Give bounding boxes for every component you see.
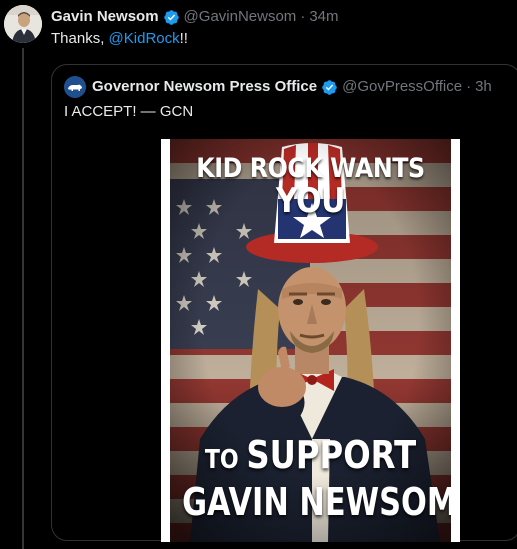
verified-badge-icon: [163, 9, 179, 25]
poster-line1-b: YOU: [275, 181, 345, 221]
tweet-timestamp[interactable]: 34m: [309, 8, 338, 26]
quote-header: Governor Newsom Press Office @GovPressOf…: [92, 78, 492, 96]
tweet-body: Thanks, @KidRock!!: [51, 30, 188, 48]
quote-author-handle[interactable]: @GovPressOffice: [342, 78, 462, 96]
quote-header-separator: ·: [466, 78, 472, 95]
bear-logo-avatar-icon: [64, 76, 86, 98]
verified-badge-icon: [322, 79, 337, 95]
poster-line2-a: TO: [204, 445, 247, 475]
poster-artwork: KID ROCK WANTS YOU TO SUPPORT GAVIN NEWS…: [170, 139, 451, 542]
tweet-text-suffix: !!: [179, 30, 188, 47]
quote-author-name[interactable]: Governor Newsom Press Office: [92, 78, 317, 96]
header-separator: ·: [300, 8, 306, 25]
tweet-text-prefix: Thanks,: [51, 30, 109, 47]
quote-body: I ACCEPT! — GCN: [64, 103, 194, 120]
poster-line1-a: KID ROCK WANTS: [196, 153, 425, 184]
poster-headline-top: KID ROCK WANTS YOU: [187, 153, 434, 220]
poster-headline-bottom: GAVIN NEWSOM: [182, 480, 451, 524]
author-name[interactable]: Gavin Newsom: [51, 8, 159, 26]
thread-connector-line: [22, 48, 24, 549]
person-photo-avatar-icon: [4, 5, 42, 43]
quoted-tweet-card[interactable]: Governor Newsom Press Office @GovPressOf…: [51, 64, 517, 542]
poster-image[interactable]: KID ROCK WANTS YOU TO SUPPORT GAVIN NEWS…: [161, 139, 460, 542]
poster-headline-middle: TO SUPPORT: [191, 435, 430, 480]
mention-link[interactable]: @KidRock: [109, 30, 180, 47]
author-avatar[interactable]: [4, 5, 42, 43]
author-handle[interactable]: @GavinNewsom: [184, 8, 297, 26]
quote-timestamp[interactable]: 3h: [475, 78, 492, 96]
tweet-header: Gavin Newsom @GavinNewsom · 34m: [51, 8, 339, 26]
quote-author-avatar[interactable]: [64, 76, 86, 98]
poster-line2-b: SUPPORT: [246, 433, 417, 477]
